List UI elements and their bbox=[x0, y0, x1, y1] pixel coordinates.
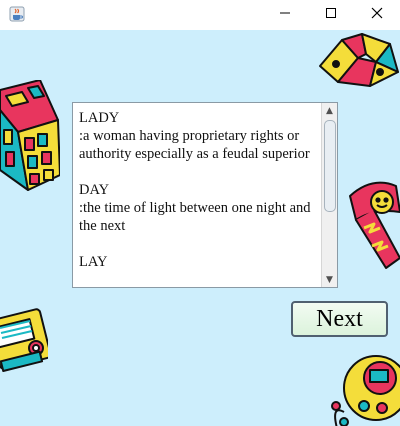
entry-word: LADY bbox=[79, 110, 120, 126]
entry-definition: :the time of light between one night and… bbox=[79, 200, 311, 234]
java-cup-icon bbox=[9, 6, 25, 22]
paper-fortune-teller-icon bbox=[319, 33, 399, 87]
maximize-button[interactable] bbox=[308, 0, 354, 30]
title-bar bbox=[0, 0, 400, 30]
close-button[interactable] bbox=[354, 0, 400, 30]
entry-definition: :a woman having proprietary rights or au… bbox=[79, 128, 310, 162]
cassette-tape-icon bbox=[0, 308, 48, 373]
close-icon bbox=[371, 6, 383, 24]
scroll-down-arrow-icon[interactable]: ▼ bbox=[322, 272, 337, 287]
maximize-icon bbox=[325, 6, 337, 24]
minimize-button[interactable] bbox=[262, 0, 308, 30]
walkman-icon bbox=[331, 355, 400, 426]
minimize-icon bbox=[279, 6, 291, 24]
definitions-text: LADY :a woman having proprietary rights … bbox=[79, 109, 319, 285]
entry-word: LAY bbox=[79, 254, 108, 270]
vertical-scrollbar[interactable]: ▲ ▼ bbox=[321, 103, 337, 287]
tamagotchi-icon bbox=[349, 181, 400, 269]
scrollbar-thumb[interactable] bbox=[324, 120, 336, 212]
content-panel: LADY :a woman having proprietary rights … bbox=[0, 30, 400, 426]
entry-word: DAY bbox=[79, 182, 110, 198]
definitions-text-area[interactable]: LADY :a woman having proprietary rights … bbox=[72, 102, 338, 288]
rubiks-cube-icon bbox=[0, 80, 60, 191]
entry-separator bbox=[79, 235, 319, 253]
scroll-up-arrow-icon[interactable]: ▲ bbox=[322, 103, 337, 118]
entry-separator bbox=[79, 163, 319, 181]
next-button[interactable]: Next bbox=[291, 301, 388, 337]
